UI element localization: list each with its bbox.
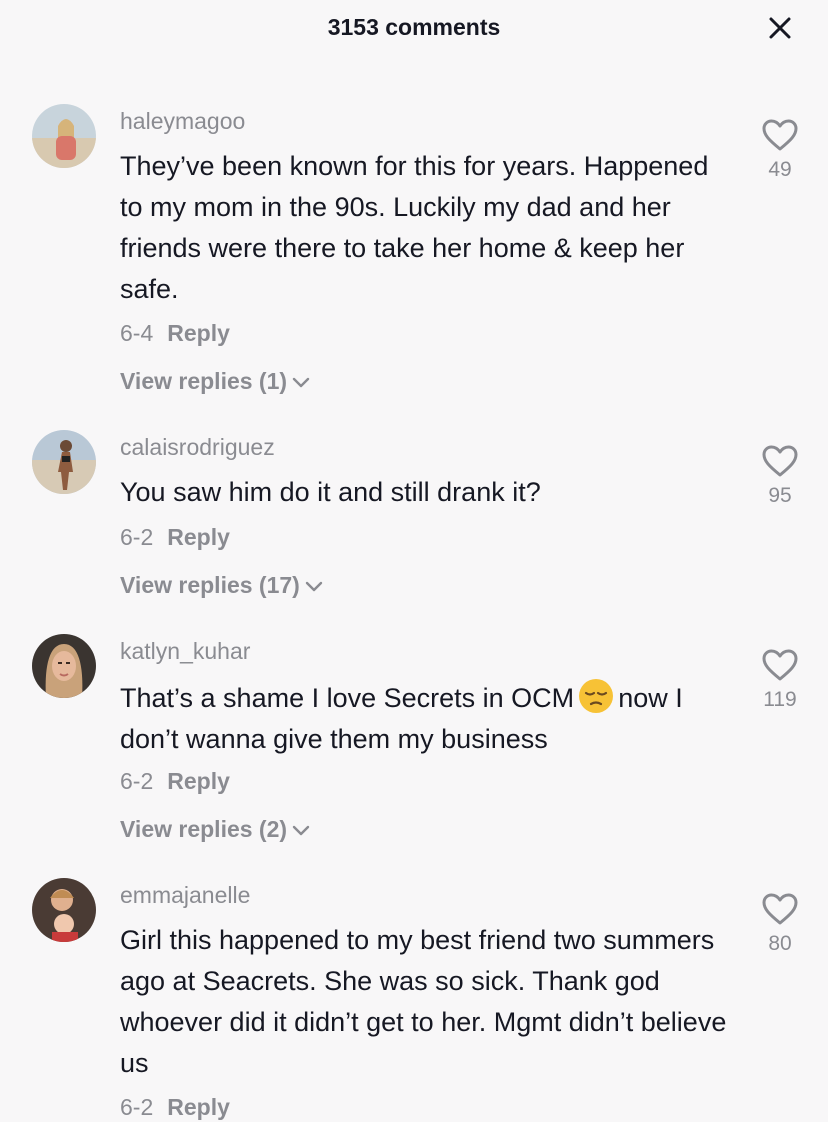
heart-outline-icon: [762, 649, 798, 681]
comment-text-part: That’s a shame I love Secrets in OCM: [120, 683, 575, 713]
comment-meta: 6-2 Reply: [120, 768, 230, 795]
close-button[interactable]: [766, 14, 794, 42]
like-button[interactable]: 49: [750, 118, 810, 182]
comment-text: You saw him do it and still drank it?: [120, 477, 541, 507]
like-button[interactable]: 119: [750, 648, 810, 712]
like-count: 119: [763, 688, 797, 711]
comment-date: 6-2: [120, 1094, 154, 1120]
comment-text: That’s a shame I love Secrets in OCM now…: [120, 678, 730, 760]
chevron-down-icon: [305, 581, 323, 592]
comments-count-title: 3153 comments: [327, 14, 501, 40]
reply-button[interactable]: Reply: [167, 768, 230, 794]
view-replies-label: View replies (2): [120, 816, 288, 842]
chevron-down-icon: [292, 825, 310, 836]
like-count: 49: [768, 158, 792, 181]
pensive-face-emoji-icon: [579, 679, 614, 713]
comment-username[interactable]: calaisrodriguez: [120, 434, 275, 461]
like-count: 95: [768, 484, 792, 507]
comment-meta: 6-2 Reply: [120, 1094, 230, 1121]
reply-button[interactable]: Reply: [167, 320, 230, 346]
heart-outline-icon: [762, 893, 798, 925]
reply-button[interactable]: Reply: [167, 1094, 230, 1120]
comment-meta: 6-4 Reply: [120, 320, 230, 347]
avatar[interactable]: [32, 104, 96, 168]
like-button[interactable]: 95: [750, 444, 810, 508]
avatar[interactable]: [32, 878, 96, 942]
comment-meta: 6-2 Reply: [120, 524, 230, 551]
comment-username[interactable]: haleymagoo: [120, 108, 245, 135]
view-replies-button[interactable]: View replies (2): [120, 816, 311, 843]
comment-date: 6-2: [120, 768, 154, 794]
comment-date: 6-4: [120, 320, 154, 346]
comment-date: 6-2: [120, 524, 154, 550]
view-replies-button[interactable]: View replies (1): [120, 368, 311, 395]
view-replies-label: View replies (17): [120, 572, 300, 598]
view-replies-button[interactable]: View replies (17): [120, 572, 324, 599]
chevron-down-icon: [292, 377, 310, 388]
heart-outline-icon: [762, 445, 798, 477]
heart-outline-icon: [762, 119, 798, 151]
like-button[interactable]: 80: [750, 892, 810, 956]
like-count: 80: [768, 932, 792, 955]
avatar[interactable]: [32, 430, 96, 494]
close-icon: [769, 17, 791, 39]
view-replies-label: View replies (1): [120, 368, 288, 394]
comment-username[interactable]: emmajanelle: [120, 882, 250, 909]
comment-text: Girl this happened to my best friend two…: [120, 925, 727, 1078]
comment-text: They’ve been known for this for years. H…: [120, 151, 709, 304]
comments-header: 3153 comments: [0, 0, 828, 60]
avatar[interactable]: [32, 634, 96, 698]
reply-button[interactable]: Reply: [167, 524, 230, 550]
comment-username[interactable]: katlyn_kuhar: [120, 638, 250, 665]
